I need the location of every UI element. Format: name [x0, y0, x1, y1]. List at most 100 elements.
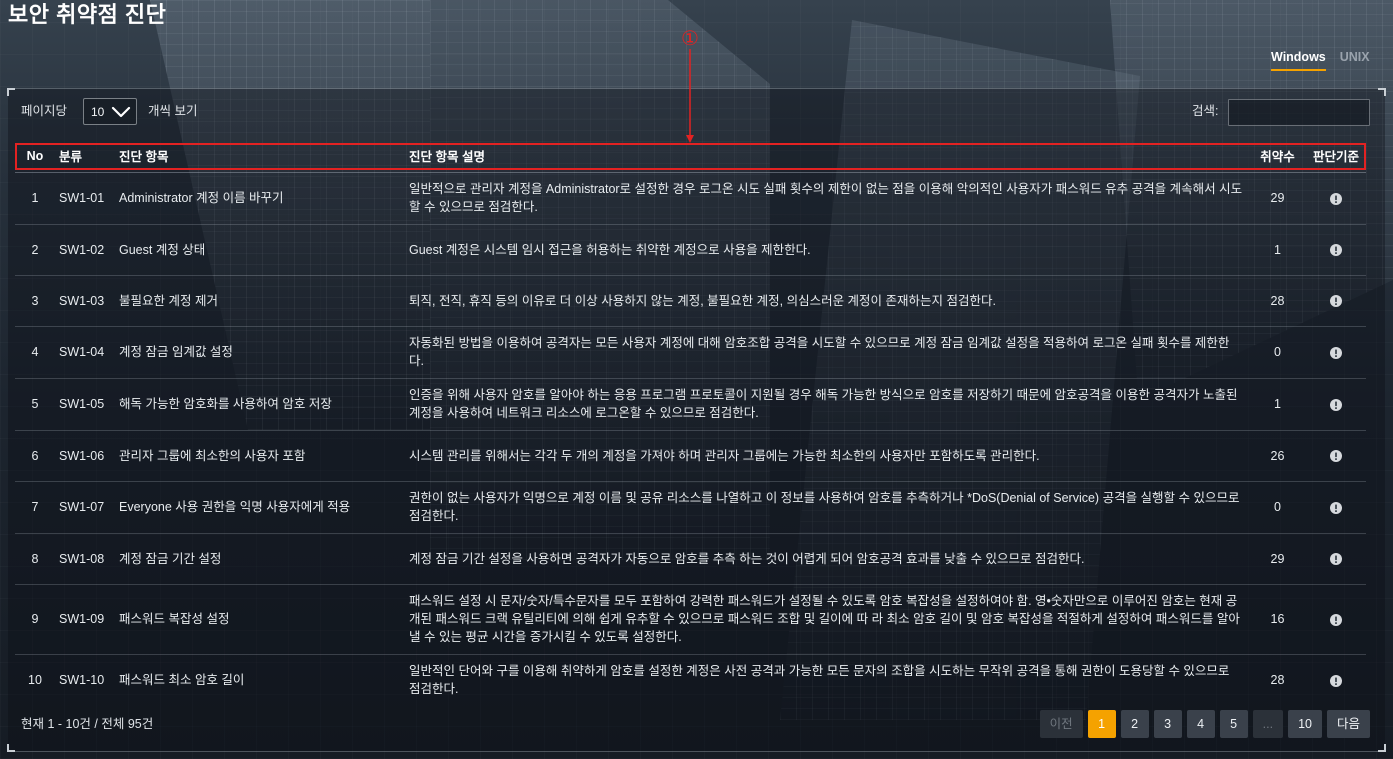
cell-no: 5 [15, 378, 55, 431]
cell-item: 관리자 그룹에 최소한의 사용자 포함 [115, 430, 405, 482]
cell-description: 인증을 위해 사용자 암호를 알아야 하는 응용 프로그램 프로토콜이 지원될 … [405, 378, 1249, 431]
cell-vuln-count: 29 [1249, 533, 1306, 585]
cell-criteria [1306, 533, 1366, 585]
info-icon[interactable] [1330, 501, 1342, 514]
prev-page-button: 이전 [1039, 710, 1083, 738]
result-summary: 현재 1 - 10건 / 전체 95건 [21, 717, 154, 731]
cell-criteria [1306, 654, 1366, 705]
annotation-marker: ① [681, 26, 699, 50]
frame-corner [7, 744, 15, 752]
cell-criteria [1306, 584, 1366, 655]
cell-category: SW1-09 [55, 584, 115, 655]
column-header-no: No [15, 143, 55, 173]
cell-category: SW1-02 [55, 224, 115, 276]
page-button-1[interactable]: 1 [1087, 710, 1116, 738]
page-button-4[interactable]: 4 [1186, 710, 1215, 738]
cell-vuln-count: 16 [1249, 584, 1306, 655]
page-button-10[interactable]: 10 [1288, 710, 1322, 738]
tab-windows[interactable]: Windows [1271, 49, 1326, 71]
cell-no: 6 [15, 430, 55, 482]
cell-category: SW1-07 [55, 481, 115, 534]
cell-description: 자동화된 방법을 이용하여 공격자는 모든 사용자 계정에 대해 암호조합 공격… [405, 326, 1249, 379]
os-tabs: Windows UNIX [1271, 49, 1370, 71]
cell-no: 2 [15, 224, 55, 276]
cell-description: Guest 계정은 시스템 임시 접근을 허용하는 취약한 계정으로 사용을 제… [405, 224, 1249, 276]
cell-no: 10 [15, 654, 55, 705]
cell-vuln-count: 1 [1249, 378, 1306, 431]
table-row: 5 SW1-05 해독 가능한 암호화를 사용하여 암호 저장 인증을 위해 사용자 … [15, 378, 1366, 431]
page-ellipsis: ... [1252, 710, 1284, 738]
info-icon[interactable] [1330, 244, 1342, 257]
cell-criteria [1306, 430, 1366, 482]
frame-corner [1378, 88, 1386, 96]
cell-description: 퇴직, 전직, 휴직 등의 이유로 더 이상 사용하지 않는 계정, 불필요한 … [405, 275, 1249, 327]
info-icon[interactable] [1330, 553, 1342, 566]
column-header-item: 진단 항목 [115, 143, 405, 173]
cell-vuln-count: 28 [1249, 654, 1306, 705]
cell-item: 패스워드 복잡성 설정 [115, 584, 405, 655]
cell-item: Everyone 사용 권한을 익명 사용자에게 적용 [115, 481, 405, 534]
next-page-button[interactable]: 다음 [1326, 710, 1370, 738]
cell-no: 7 [15, 481, 55, 534]
table-row: 7 SW1-07 Everyone 사용 권한을 익명 사용자에게 적용 권한이 없는… [15, 481, 1366, 534]
cell-description: 일반적으로 관리자 계정을 Administrator로 설정한 경우 로그온 … [405, 172, 1249, 225]
cell-no: 4 [15, 326, 55, 379]
search-input[interactable] [1228, 99, 1370, 126]
column-header-category: 분류 [55, 143, 115, 173]
cell-no: 9 [15, 584, 55, 655]
info-icon[interactable] [1330, 346, 1342, 359]
table-row: 1 SW1-01 Administrator 계정 이름 바꾸기 일반적으로 관리자 … [15, 172, 1366, 225]
cell-description: 시스템 관리를 위해서는 각각 두 개의 계정을 가져야 하며 관리자 그룹에는… [405, 430, 1249, 482]
column-header-vuln-count: 취약수 [1249, 143, 1306, 173]
frame-corner [1378, 744, 1386, 752]
annotation-arrow [686, 49, 694, 143]
cell-item: Administrator 계정 이름 바꾸기 [115, 172, 405, 225]
table-row: 3 SW1-03 불필요한 계정 제거 퇴직, 전직, 휴직 등의 이유로 더 이상 … [15, 275, 1366, 327]
cell-category: SW1-06 [55, 430, 115, 482]
table-row: 8 SW1-08 계정 잠금 기간 설정 계정 잠금 기간 설정을 사용하면 공격자가… [15, 533, 1366, 585]
pagination: 이전 1 2 3 4 5... 10 다음 [1039, 710, 1370, 738]
table-body: 1 SW1-01 Administrator 계정 이름 바꾸기 일반적으로 관리자 … [15, 172, 1366, 705]
per-page-select[interactable]: 10 [83, 98, 137, 125]
cell-criteria [1306, 275, 1366, 327]
info-icon[interactable] [1330, 192, 1342, 205]
cell-item: 해독 가능한 암호화를 사용하여 암호 저장 [115, 378, 405, 431]
info-icon[interactable] [1330, 450, 1342, 463]
cell-vuln-count: 1 [1249, 224, 1306, 276]
cell-item: 계정 잠금 기간 설정 [115, 533, 405, 585]
table-header-row: No 분류 진단 항목 진단 항목 설명 취약수 판단기준 [15, 143, 1366, 173]
cell-vuln-count: 29 [1249, 172, 1306, 225]
cell-criteria [1306, 224, 1366, 276]
info-icon[interactable] [1330, 398, 1342, 411]
cell-item: 불필요한 계정 제거 [115, 275, 405, 327]
cell-item: Guest 계정 상태 [115, 224, 405, 276]
info-icon[interactable] [1330, 674, 1342, 687]
cell-description: 패스워드 설정 시 문자/숫자/특수문자를 모두 포함하여 강력한 패스워드가 … [405, 584, 1249, 655]
cell-category: SW1-03 [55, 275, 115, 327]
table-row: 6 SW1-06 관리자 그룹에 최소한의 사용자 포함 시스템 관리를 위해서는 각… [15, 430, 1366, 482]
page-button-5[interactable]: 5 [1219, 710, 1248, 738]
cell-no: 3 [15, 275, 55, 327]
cell-criteria [1306, 378, 1366, 431]
column-header-description: 진단 항목 설명 [405, 143, 1249, 173]
cell-vuln-count: 28 [1249, 275, 1306, 327]
tab-unix[interactable]: UNIX [1340, 49, 1370, 71]
page-button-2[interactable]: 2 [1120, 710, 1149, 738]
cell-category: SW1-08 [55, 533, 115, 585]
page-title: 보안 취약점 진단 [8, 2, 167, 27]
cell-category: SW1-05 [55, 378, 115, 431]
table-row: 4 SW1-04 계정 잠금 임계값 설정 자동화된 방법을 이용하여 공격자는 모든… [15, 326, 1366, 379]
cell-item: 패스워드 최소 암호 길이 [115, 654, 405, 705]
info-icon[interactable] [1330, 613, 1342, 626]
cell-category: SW1-10 [55, 654, 115, 705]
info-icon[interactable] [1330, 295, 1342, 308]
column-header-criteria: 판단기준 [1306, 143, 1366, 173]
page-button-3[interactable]: 3 [1153, 710, 1182, 738]
cell-category: SW1-01 [55, 172, 115, 225]
vulnerability-table-container: No 분류 진단 항목 진단 항목 설명 취약수 판단기준 1 SW1-01 Adm… [15, 143, 1366, 705]
cell-criteria [1306, 326, 1366, 379]
table-row: 10 SW1-10 패스워드 최소 암호 길이 일반적인 단어와 구를 이용해 취약하… [15, 654, 1366, 705]
vulnerability-table: No 분류 진단 항목 진단 항목 설명 취약수 판단기준 1 SW1-01 Adm… [15, 143, 1366, 705]
cell-description: 계정 잠금 기간 설정을 사용하면 공격자가 자동으로 암호를 추측 하는 것이… [405, 533, 1249, 585]
cell-description: 권한이 없는 사용자가 익명으로 계정 이름 및 공유 리소스를 나열하고 이 … [405, 481, 1249, 534]
